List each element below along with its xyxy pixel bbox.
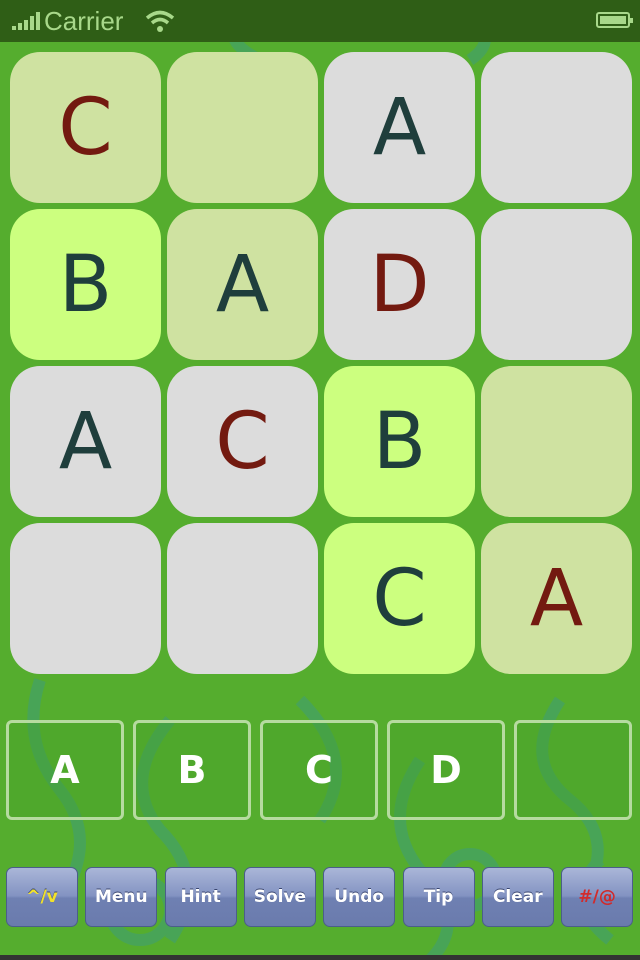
carrier-label: Carrier: [44, 5, 124, 36]
input-key-a[interactable]: A: [6, 720, 124, 820]
menu-button[interactable]: Menu: [85, 867, 158, 927]
toggle-button[interactable]: ^/v: [6, 867, 78, 927]
toolbar: ^/v Menu Hint Solve Undo Tip Clear #/@: [6, 867, 636, 929]
letter-input-row: ABCD: [6, 720, 636, 824]
grid-cell-r1-c1[interactable]: C: [10, 52, 161, 203]
grid-cell-r3-c4[interactable]: [481, 366, 632, 517]
grid-cell-r1-c3[interactable]: A: [324, 52, 475, 203]
wifi-icon: [146, 10, 175, 32]
grid-cell-r4-c1[interactable]: [10, 523, 161, 674]
grid-cell-r1-c4[interactable]: [481, 52, 632, 203]
puzzle-grid: CABADACBCA: [10, 52, 632, 674]
grid-cell-r3-c2[interactable]: C: [167, 366, 318, 517]
symbol-toggle-button[interactable]: #/@: [561, 867, 634, 927]
bottom-edge: [0, 955, 640, 960]
input-key-d[interactable]: D: [387, 720, 505, 820]
input-key-blank[interactable]: [514, 720, 632, 820]
grid-cell-r2-c3[interactable]: D: [324, 209, 475, 360]
grid-cell-r3-c3[interactable]: B: [324, 366, 475, 517]
grid-cell-r2-c4[interactable]: [481, 209, 632, 360]
clear-button[interactable]: Clear: [481, 867, 554, 927]
hint-button[interactable]: Hint: [164, 867, 237, 927]
grid-cell-r4-c4[interactable]: A: [481, 523, 632, 674]
grid-cell-r4-c3[interactable]: C: [324, 523, 475, 674]
input-key-c[interactable]: C: [260, 720, 378, 820]
signal-icon: [12, 12, 40, 30]
status-bar: Carrier: [0, 0, 640, 42]
grid-cell-r1-c2[interactable]: [167, 52, 318, 203]
solve-button[interactable]: Solve: [243, 867, 316, 927]
grid-cell-r4-c2[interactable]: [167, 523, 318, 674]
input-key-b[interactable]: B: [133, 720, 251, 820]
tip-button[interactable]: Tip: [402, 867, 475, 927]
grid-cell-r2-c1[interactable]: B: [10, 209, 161, 360]
undo-button[interactable]: Undo: [323, 867, 396, 927]
grid-cell-r3-c1[interactable]: A: [10, 366, 161, 517]
grid-cell-r2-c2[interactable]: A: [167, 209, 318, 360]
battery-icon: [596, 12, 633, 28]
